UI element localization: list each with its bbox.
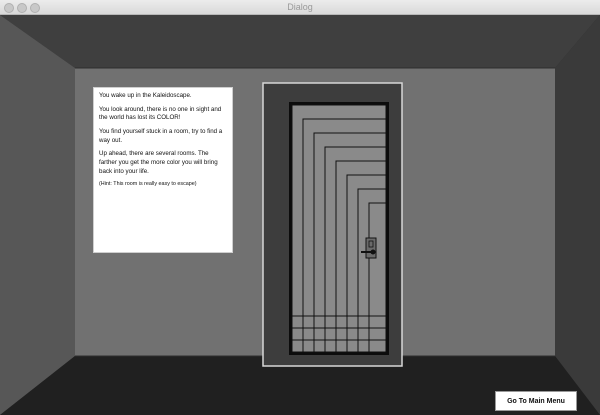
go-to-main-menu-button[interactable]: Go To Main Menu bbox=[495, 391, 577, 411]
story-paragraph: You find yourself stuck in a room, try t… bbox=[99, 128, 223, 144]
story-paragraph: You wake up in the Kaleidoscape. bbox=[99, 92, 192, 99]
room-scene bbox=[0, 15, 600, 415]
story-paragraph: Up ahead, there are several rooms. The f… bbox=[99, 150, 218, 175]
exit-door[interactable] bbox=[262, 82, 403, 367]
window-title: Dialog bbox=[287, 2, 313, 12]
door-inner-panel bbox=[291, 104, 387, 353]
window-titlebar[interactable]: Dialog bbox=[0, 0, 600, 15]
story-paragraph: You look around, there is no one in sigh… bbox=[99, 105, 222, 122]
right-wall bbox=[555, 15, 600, 415]
story-hint: (Hint: This room is really easy to escap… bbox=[99, 181, 197, 188]
ceiling bbox=[0, 15, 600, 68]
door-nested-lines bbox=[291, 104, 387, 353]
door-knob[interactable] bbox=[370, 249, 376, 255]
story-note: You wake up in the Kaleidoscape. You loo… bbox=[93, 87, 233, 253]
left-wall bbox=[0, 15, 75, 415]
